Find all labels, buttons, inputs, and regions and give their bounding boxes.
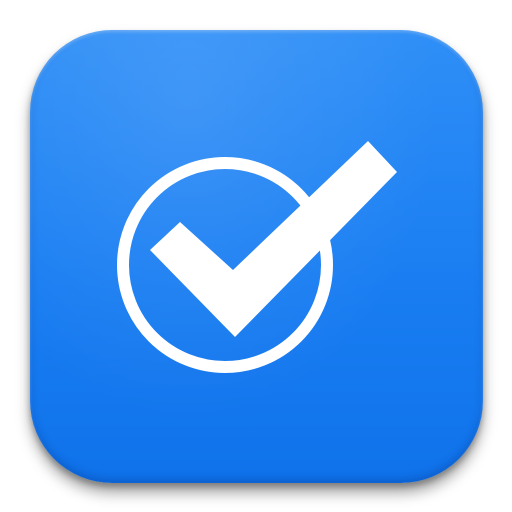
app-icon[interactable] (0, 0, 512, 512)
check-circle-icon (117, 141, 397, 373)
